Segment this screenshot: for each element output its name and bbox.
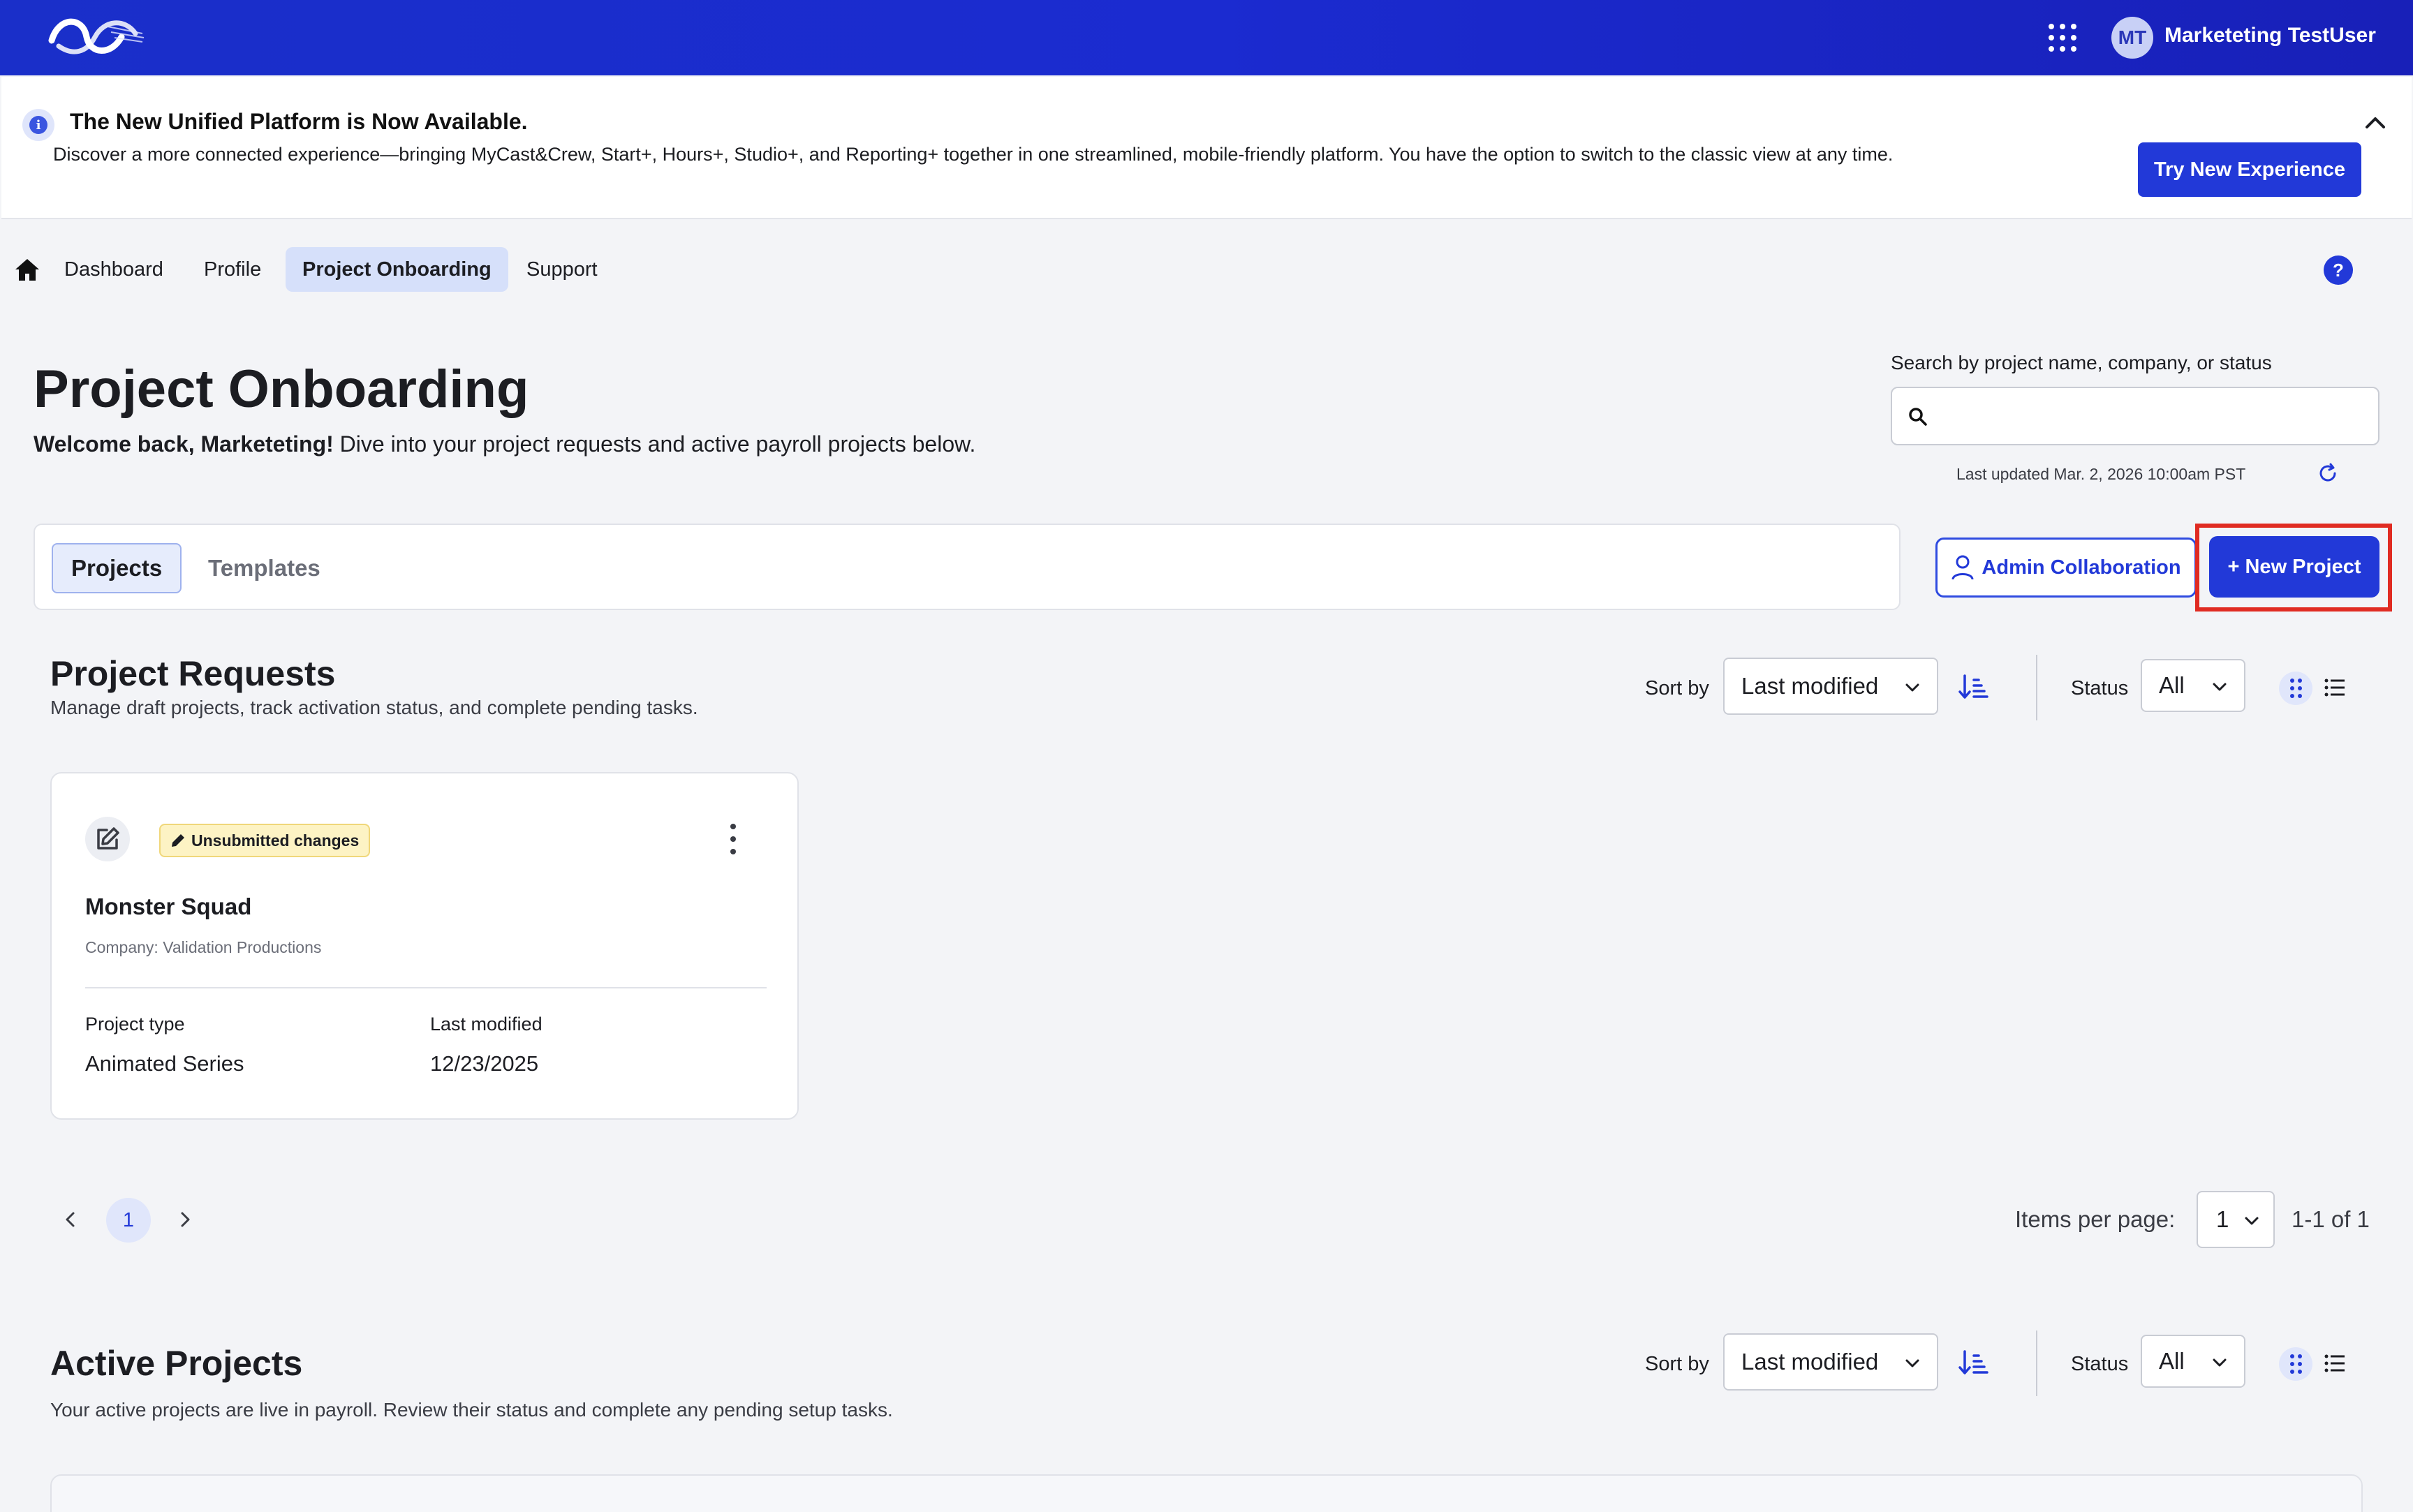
project-card[interactable]: Unsubmitted changes Monster Squad Compan…	[50, 772, 799, 1120]
info-icon: i	[22, 109, 54, 141]
tab-templates[interactable]: Templates	[190, 543, 339, 593]
items-per-page-label: Items per page:	[2015, 1206, 2176, 1232]
project-type-label: Project type	[85, 1014, 185, 1035]
last-modified-label: Last modified	[430, 1014, 543, 1035]
try-new-experience-button[interactable]: Try New Experience	[2138, 142, 2361, 197]
avatar[interactable]: MT	[2111, 17, 2153, 59]
main-nav: Dashboard Profile Project Onboarding Sup…	[0, 247, 2413, 292]
nav-item-profile[interactable]: Profile	[187, 247, 278, 292]
last-updated-text: Last updated Mar. 2, 2026 10:00am PST	[1956, 465, 2246, 483]
search-input[interactable]	[1941, 398, 2360, 436]
new-project-button[interactable]: + New Project	[2209, 536, 2379, 598]
project-name: Monster Squad	[85, 894, 252, 919]
project-company: Company: Validation Productions	[85, 938, 322, 956]
help-icon[interactable]: ?	[2324, 255, 2353, 285]
status-select-value: All	[2159, 1348, 2185, 1374]
status-label: Status	[2071, 1353, 2129, 1375]
items-per-page-value: 1	[2216, 1206, 2229, 1232]
sort-descending-icon[interactable]	[1958, 1347, 1988, 1378]
active-projects-description: Your active projects are live in payroll…	[50, 1399, 893, 1421]
sort-select-value: Last modified	[1741, 1349, 1879, 1374]
active-projects-card	[50, 1474, 2363, 1512]
page-title: Project Onboarding	[34, 360, 529, 419]
last-modified-value: 12/23/2025	[430, 1051, 539, 1076]
nav-item-project-onboarding[interactable]: Project Onboarding	[286, 247, 508, 292]
apps-grid-icon[interactable]	[2049, 24, 2076, 52]
chevron-down-icon	[2245, 1217, 2259, 1225]
status-badge: Unsubmitted changes	[159, 824, 371, 857]
pagination-page-1[interactable]: 1	[106, 1198, 151, 1243]
tabs-bar: Projects Templates	[34, 524, 1901, 610]
status-badge-label: Unsubmitted changes	[191, 831, 360, 850]
status-select[interactable]: All	[2141, 1335, 2245, 1388]
sort-select[interactable]: Last modified	[1723, 1333, 1938, 1391]
chevron-right-icon[interactable]	[175, 1209, 195, 1230]
chevron-down-icon	[1905, 683, 1919, 692]
welcome-greeting: Welcome back, Marketeting!	[34, 431, 334, 457]
project-requests-description: Manage draft projects, track activation …	[50, 697, 698, 718]
chevron-down-icon	[2213, 683, 2227, 691]
chevron-down-icon	[2213, 1358, 2227, 1367]
welcome-text: Dive into your project requests and acti…	[333, 431, 976, 457]
banner-title: The New Unified Platform is Now Availabl…	[70, 109, 528, 134]
chevron-up-icon[interactable]	[2361, 109, 2389, 137]
edit-icon	[97, 827, 119, 850]
chevron-left-icon[interactable]	[60, 1209, 81, 1230]
card-divider	[85, 987, 767, 988]
list-view-icon[interactable]	[2324, 677, 2346, 698]
sort-label: Sort by	[1645, 677, 1709, 699]
admin-collaboration-button[interactable]: Admin Collaboration	[1935, 538, 2197, 598]
sort-descending-icon[interactable]	[1958, 672, 1988, 702]
tab-projects[interactable]: Projects	[52, 543, 182, 593]
sort-select[interactable]: Last modified	[1723, 658, 1938, 715]
search-field[interactable]	[1891, 387, 2379, 445]
wave-logo-icon[interactable]	[45, 13, 149, 61]
edit-icon-container	[85, 817, 130, 861]
top-bar: MT Marketeting TestUser	[0, 0, 2413, 75]
welcome-message: Welcome back, Marketeting! Dive into you…	[34, 431, 975, 457]
admin-collaboration-label: Admin Collaboration	[1982, 556, 2181, 579]
nav-item-dashboard[interactable]: Dashboard	[47, 247, 180, 292]
home-icon[interactable]	[14, 257, 40, 282]
items-per-page-select[interactable]: 1	[2197, 1191, 2275, 1248]
sort-select-value: Last modified	[1741, 673, 1879, 699]
refresh-icon[interactable]	[2317, 462, 2339, 484]
search-label: Search by project name, company, or stat…	[1891, 352, 2272, 373]
banner-text: Discover a more connected experience—bri…	[53, 144, 1894, 165]
active-projects-title: Active Projects	[50, 1344, 303, 1383]
nav-item-support[interactable]: Support	[510, 247, 614, 292]
status-select[interactable]: All	[2141, 659, 2245, 712]
divider	[2036, 655, 2037, 720]
status-label: Status	[2071, 677, 2129, 699]
grid-view-icon[interactable]	[2279, 672, 2312, 705]
chevron-down-icon	[1905, 1359, 1919, 1368]
grid-view-icon[interactable]	[2279, 1347, 2312, 1381]
search-icon	[1909, 408, 1927, 426]
user-name[interactable]: Marketeting TestUser	[2164, 24, 2376, 47]
list-view-icon[interactable]	[2324, 1353, 2346, 1374]
more-options-icon[interactable]	[729, 824, 737, 854]
sort-label: Sort by	[1645, 1353, 1709, 1375]
person-icon	[1951, 555, 1974, 580]
pagination-range: 1-1 of 1	[2292, 1206, 2370, 1232]
divider	[2036, 1331, 2037, 1396]
project-type-value: Animated Series	[85, 1051, 244, 1076]
pencil-icon	[172, 834, 184, 847]
platform-announcement-banner: i The New Unified Platform is Now Availa…	[1, 77, 2412, 219]
project-requests-title: Project Requests	[50, 654, 336, 693]
status-select-value: All	[2159, 672, 2185, 698]
